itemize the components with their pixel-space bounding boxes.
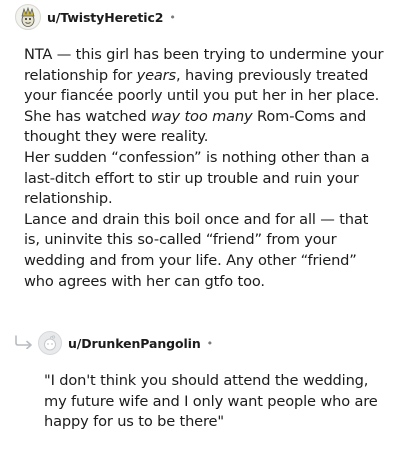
reply-arrow-icon <box>14 334 34 353</box>
comment-paragraph: NTA — this girl has been trying to under… <box>24 45 384 148</box>
reply-body: "I don't think you should attend the wed… <box>44 372 378 431</box>
reply-header: u/DrunkenPangolin • <box>38 331 213 355</box>
separator-dot: • <box>206 336 214 350</box>
default-snoo-avatar-icon[interactable] <box>38 331 62 355</box>
paragraph-text: Lance and drain this boil once and for a… <box>24 210 369 290</box>
comment-paragraph: Her sudden “confession” is nothing other… <box>24 148 384 210</box>
comment-paragraph: Lance and drain this boil once and for a… <box>24 210 384 292</box>
separator-dot: • <box>169 10 176 24</box>
comment-body: NTA — this girl has been trying to under… <box>24 45 384 292</box>
comment-author-username[interactable]: u/TwistyHeretic2 <box>47 10 163 25</box>
emphasis-text: years <box>136 66 177 84</box>
character-avatar-icon[interactable] <box>15 4 41 30</box>
emphasis-text: way too many <box>150 107 253 125</box>
comment-header: u/TwistyHeretic2 • <box>15 4 176 30</box>
paragraph-text: Her sudden “confession” is nothing other… <box>24 148 370 208</box>
reply-author-username[interactable]: u/DrunkenPangolin <box>68 336 201 351</box>
